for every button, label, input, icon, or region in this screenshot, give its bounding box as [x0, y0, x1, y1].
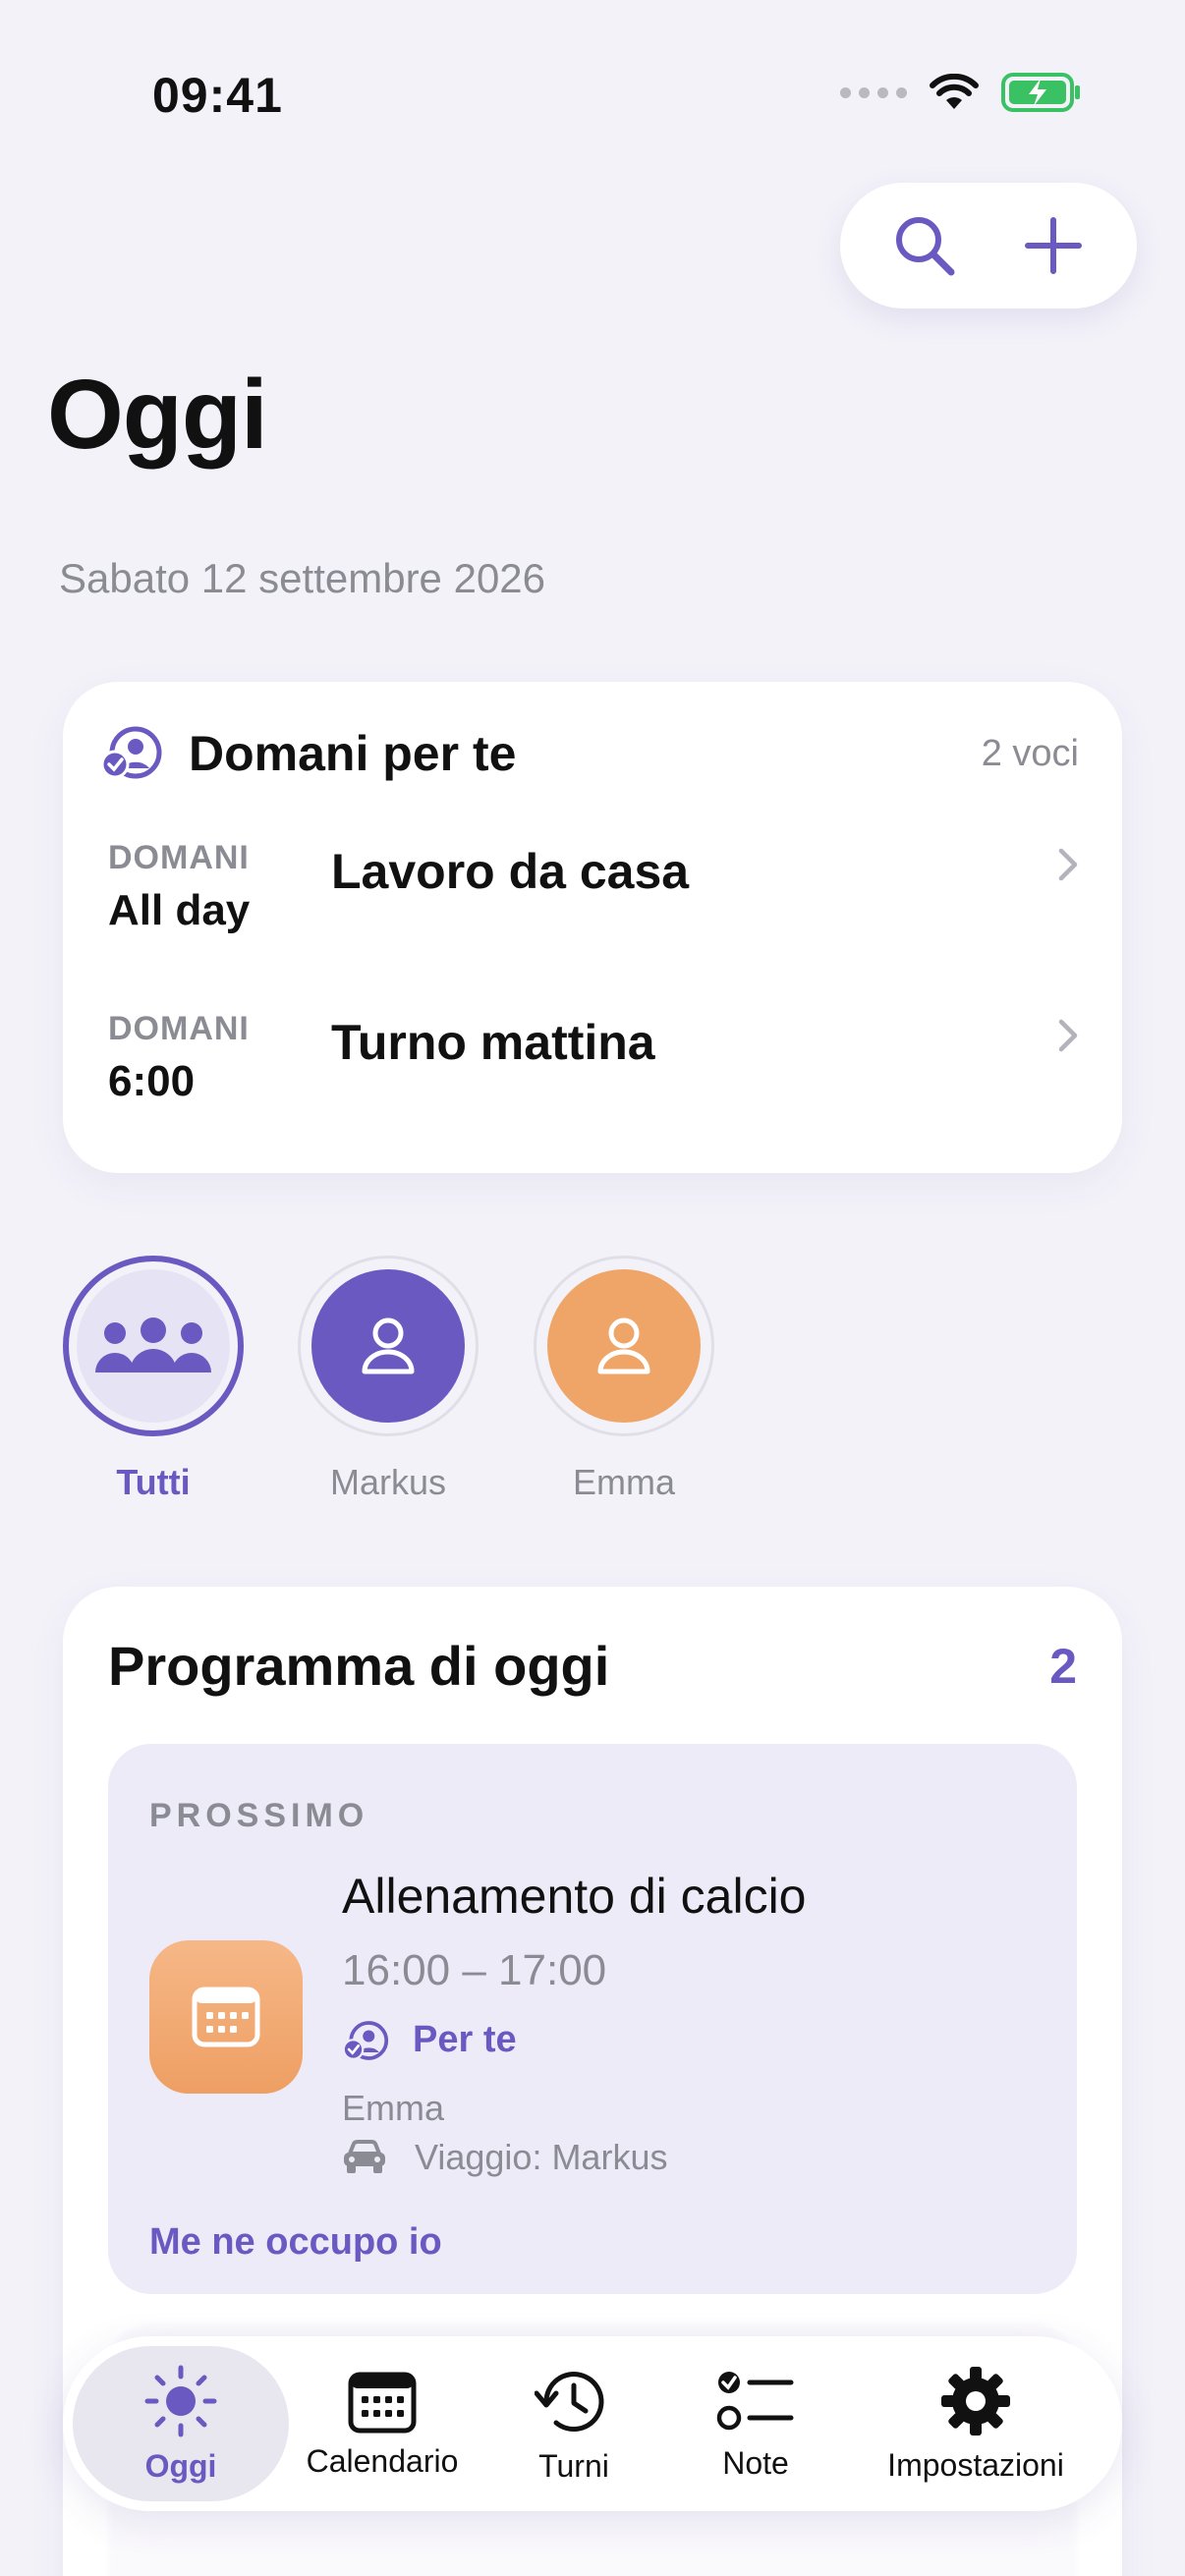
tab-impostazioni[interactable]: Impostazioni — [839, 2346, 1112, 2501]
person-filter-emma[interactable]: Emma — [531, 1256, 717, 1503]
schedule-count: 2 — [1049, 1639, 1077, 1694]
calendar-icon — [348, 2372, 417, 2433]
sun-icon — [144, 2365, 217, 2436]
tab-label: Calendario — [306, 2442, 459, 2479]
tab-label: Impostazioni — [887, 2446, 1064, 2483]
claim-task-link[interactable]: Me ne occupo io — [149, 2221, 442, 2264]
event-time: 16:00 – 17:00 — [342, 1946, 607, 1994]
page-date: Sabato 12 settembre 2026 — [59, 555, 546, 601]
history-icon — [535, 2371, 604, 2432]
event-travel: Viaggio: Markus — [342, 2137, 667, 2178]
group-icon — [95, 1317, 211, 1372]
schedule-title: Programma di oggi — [108, 1635, 610, 1697]
plus-icon — [1024, 217, 1082, 274]
next-label: PROSSIMO — [149, 1797, 369, 1834]
person-filter-tutti[interactable]: Tutti — [60, 1256, 247, 1503]
tomorrow-item-name: Turno mattina — [331, 1015, 655, 1070]
tomorrow-item-time: All day — [108, 886, 251, 934]
page-title: Oggi — [47, 360, 268, 470]
avatar — [77, 1269, 230, 1423]
person-name: Tutti — [116, 1462, 191, 1502]
travel-label: Viaggio: Markus — [415, 2137, 668, 2177]
status-time: 09:41 — [152, 68, 283, 123]
event-title: Allenamento di calcio — [342, 1869, 807, 1924]
status-icons — [840, 73, 1082, 112]
tab-oggi[interactable]: Oggi — [73, 2346, 289, 2501]
event-icon-tile — [149, 1940, 303, 2094]
tab-label: Oggi — [144, 2447, 217, 2484]
tomorrow-item[interactable]: DOMANI 6:00 Turno mattina — [63, 1010, 1122, 1167]
next-event-card[interactable]: PROSSIMO Allenamento di calcio 16:00 – 1… — [108, 1744, 1077, 2294]
person-icon — [597, 1317, 650, 1374]
gear-icon — [941, 2366, 1010, 2436]
tab-bar: Oggi Calendario Turni Note Impostazioni — [63, 2336, 1122, 2511]
for-me-tag: Per te — [342, 2019, 517, 2061]
tab-label: Note — [722, 2444, 789, 2481]
avatar — [547, 1269, 701, 1423]
tomorrow-item-day: DOMANI — [108, 1010, 250, 1047]
wifi-icon — [930, 74, 979, 109]
tab-turni[interactable]: Turni — [476, 2346, 672, 2501]
tomorrow-item-day: DOMANI — [108, 839, 250, 876]
calendar-icon — [192, 1987, 260, 2047]
tomorrow-title: Domani per te — [189, 726, 517, 781]
person-icon — [362, 1317, 415, 1374]
tomorrow-card: Domani per te 2 voci DOMANI All day Lavo… — [63, 682, 1122, 1173]
add-button[interactable] — [1004, 196, 1102, 295]
tomorrow-item[interactable]: DOMANI All day Lavoro da casa — [63, 839, 1122, 996]
person-check-icon — [100, 726, 162, 779]
tab-calendario[interactable]: Calendario — [289, 2346, 476, 2501]
car-icon — [344, 2140, 385, 2173]
person-check-icon — [342, 2020, 389, 2060]
person-filter-markus[interactable]: Markus — [295, 1256, 481, 1503]
tomorrow-item-name: Lavoro da casa — [331, 844, 690, 899]
battery-charging-icon — [1001, 73, 1080, 112]
tomorrow-count: 2 voci — [981, 733, 1079, 774]
chevron-right-icon — [1058, 848, 1078, 881]
chevron-right-icon — [1058, 1019, 1078, 1052]
search-icon — [895, 217, 954, 276]
person-name: Markus — [329, 1462, 447, 1502]
checklist-icon — [716, 2371, 794, 2430]
top-actions-pill — [840, 183, 1137, 308]
event-person: Emma — [342, 2088, 445, 2128]
avatar — [311, 1269, 465, 1423]
tab-note[interactable]: Note — [672, 2346, 839, 2501]
person-name: Emma — [572, 1462, 675, 1502]
for-me-label: Per te — [413, 2019, 517, 2060]
tab-label: Turni — [538, 2447, 609, 2484]
cellular-signal-icon — [840, 86, 907, 98]
tomorrow-item-time: 6:00 — [108, 1057, 196, 1105]
search-button[interactable] — [875, 196, 974, 295]
